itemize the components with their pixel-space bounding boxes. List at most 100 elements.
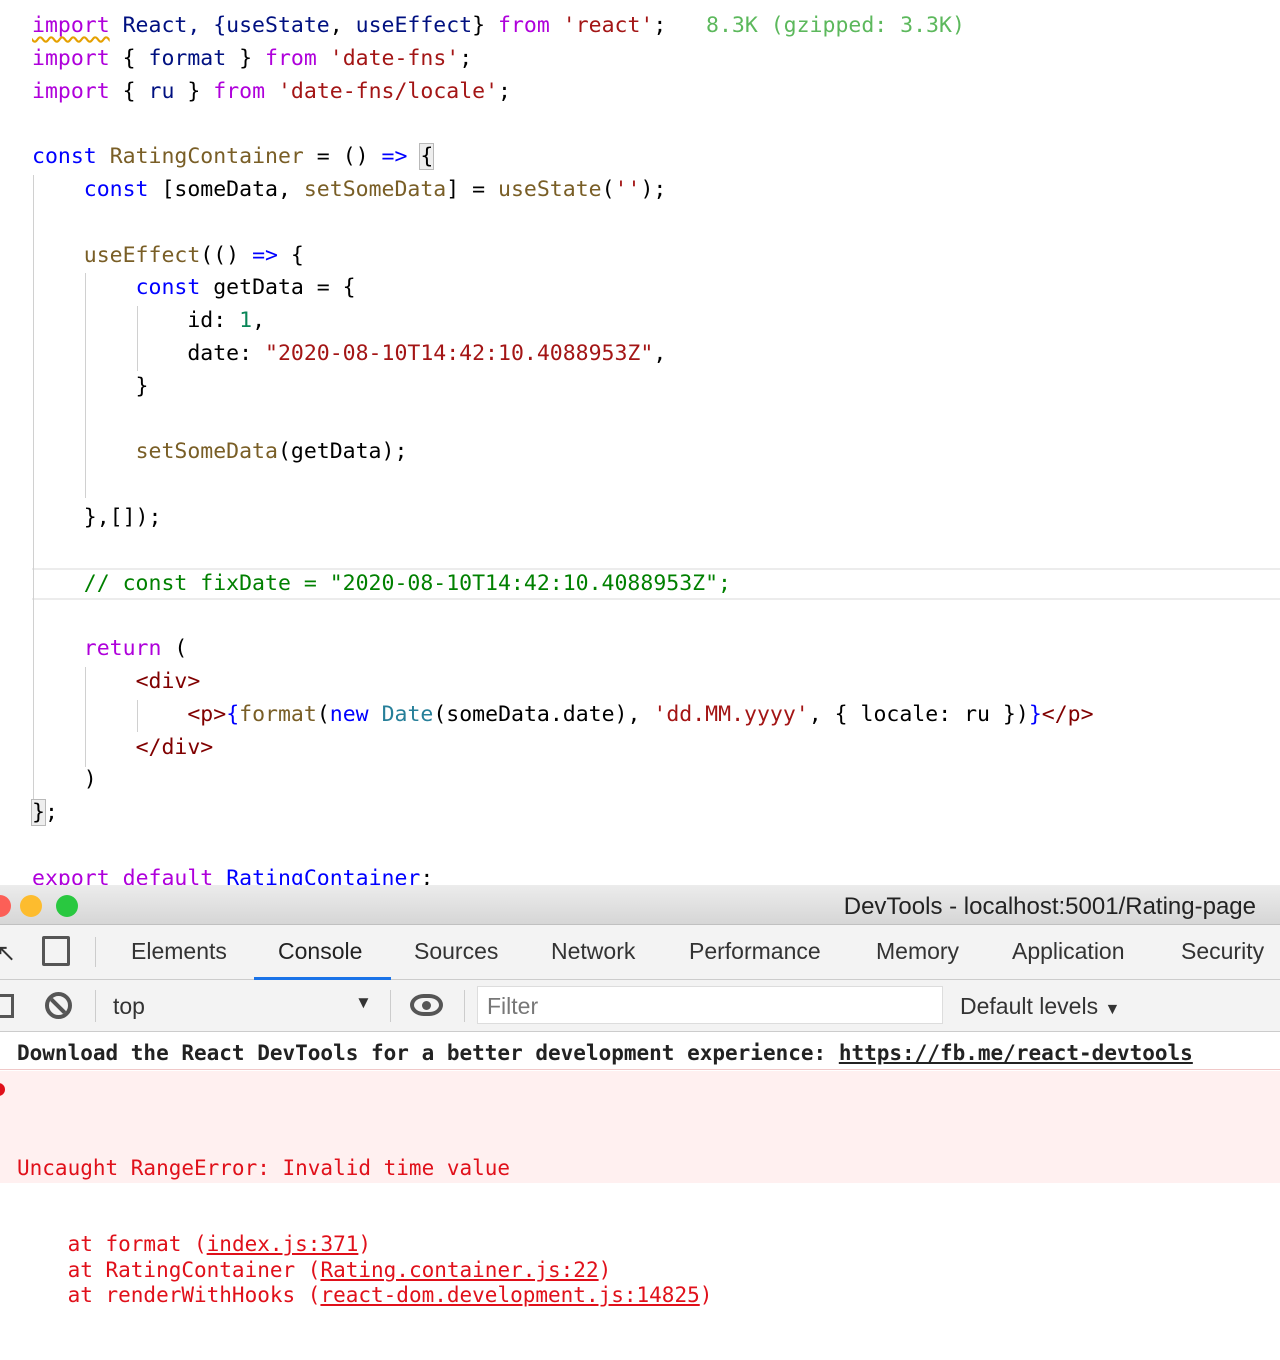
info-text: Download the React DevTools for a better… xyxy=(17,1041,839,1065)
tab-elements[interactable]: Elements xyxy=(131,938,227,965)
code-token: { xyxy=(419,143,435,171)
stack-text: ) xyxy=(699,1283,713,1307)
code-token: RatingContainer xyxy=(109,144,304,170)
devtools-link[interactable]: https://fb.me/react-devtools xyxy=(839,1041,1193,1065)
code-token: { xyxy=(109,78,149,104)
title-bar: DevTools - localhost:5001/Rating-page xyxy=(0,885,1280,925)
code-token: from xyxy=(498,13,550,38)
code-token: , xyxy=(329,13,356,38)
code-token: '' xyxy=(614,177,641,202)
eye-icon[interactable] xyxy=(410,994,443,1016)
minimize-window-button[interactable] xyxy=(20,895,42,917)
chevron-down-icon: ▼ xyxy=(355,993,372,1012)
code-line: import { format } from 'date-fns'; xyxy=(32,42,472,75)
code-line: const RatingContainer = () => { xyxy=(32,140,435,173)
code-token: ru xyxy=(148,78,175,104)
device-toolbar-icon[interactable] xyxy=(42,936,70,966)
code-line: export default RatingContainer; xyxy=(32,862,433,885)
code-token: , xyxy=(653,341,667,366)
tab-performance[interactable]: Performance xyxy=(689,938,821,965)
clear-console-icon[interactable] xyxy=(45,992,72,1019)
code-token: ] = xyxy=(446,177,499,202)
code-line: date: "2020-08-10T14:42:10.4088953Z", xyxy=(32,337,666,370)
source-link[interactable]: index.js:371 xyxy=(207,1232,359,1256)
code-token: ( xyxy=(316,701,330,727)
devtools-window: DevTools - localhost:5001/Rating-page ↖ … xyxy=(0,885,1280,1307)
code-line: ) xyxy=(32,763,97,796)
maximize-window-button[interactable] xyxy=(56,895,78,917)
code-token: { xyxy=(226,701,240,727)
code-line: useEffect(() => { xyxy=(32,239,304,272)
code-token: (() xyxy=(200,242,253,268)
inspect-element-icon[interactable]: ↖ xyxy=(0,939,16,968)
code-token: id: xyxy=(32,308,240,334)
code-token: import xyxy=(32,45,110,71)
code-token: => xyxy=(252,242,278,268)
sidebar-toggle-icon[interactable] xyxy=(0,994,14,1018)
code-token: useEffect xyxy=(355,13,473,38)
code-token: ( xyxy=(601,177,615,202)
code-token: ; xyxy=(44,800,58,826)
context-select[interactable]: top xyxy=(113,993,145,1020)
code-token: ; xyxy=(459,45,473,71)
stack-frame: at format (index.js:371) xyxy=(17,1232,1263,1258)
log-levels-dropdown[interactable]: Default levels ▼ xyxy=(960,993,1120,1020)
code-token: </div> xyxy=(135,734,214,760)
error-text: Uncaught RangeError: Invalid time value xyxy=(17,1155,511,1180)
code-line: return ( xyxy=(32,632,188,665)
code-token: </p> xyxy=(1041,701,1094,727)
code-token: import xyxy=(32,13,110,38)
code-token: { xyxy=(277,242,304,268)
source-link[interactable]: react-dom.development.js:14825 xyxy=(320,1283,699,1307)
stack-text: ) xyxy=(358,1232,372,1256)
tab-sources[interactable]: Sources xyxy=(414,938,498,965)
code-line: import { ru } from 'date-fns/locale'; xyxy=(32,75,511,108)
code-token: } xyxy=(174,78,214,104)
code-editor[interactable]: import React, {useState, useEffect} from… xyxy=(0,0,1280,885)
code-token: React, { xyxy=(109,13,227,38)
code-line: <div> xyxy=(32,665,201,698)
stack-frame: at RatingContainer (Rating.container.js:… xyxy=(17,1258,1263,1284)
code-line: <p>{format(new Date(someData.date), 'dd.… xyxy=(32,698,1094,731)
close-window-button[interactable] xyxy=(0,895,11,917)
code-token: default xyxy=(122,865,214,885)
stack-text: at renderWithHooks ( xyxy=(17,1283,321,1307)
tab-security[interactable]: Security xyxy=(1181,938,1264,965)
code-token: setSomeData xyxy=(135,439,278,465)
code-token: 'react' xyxy=(562,13,654,38)
code-line: },[]); xyxy=(32,501,162,534)
code-token: getData = { xyxy=(200,275,356,301)
code-token: return xyxy=(83,636,162,662)
code-token: } xyxy=(472,13,499,38)
code-token: useEffect xyxy=(83,242,201,268)
code-token: "2020-08-10T14:42:10.4088953Z" xyxy=(265,341,654,366)
code-token: ) xyxy=(32,767,97,793)
code-token: format xyxy=(148,45,227,71)
source-link[interactable]: Rating.container.js:22 xyxy=(320,1258,598,1282)
tab-application[interactable]: Application xyxy=(1012,938,1125,965)
tab-network[interactable]: Network xyxy=(551,938,635,965)
filter-input[interactable]: Filter xyxy=(477,986,943,1024)
code-token: export xyxy=(32,865,110,885)
code-token: RatingContainer xyxy=(226,865,421,885)
code-token: , { locale: ru }) xyxy=(808,701,1029,727)
code-token: import xyxy=(32,78,110,104)
tab-memory[interactable]: Memory xyxy=(876,938,959,965)
code-token: <div> xyxy=(135,669,201,694)
code-token: format xyxy=(239,701,317,727)
console-info-message: Download the React DevTools for a better… xyxy=(0,1032,1280,1070)
tab-console[interactable]: Console xyxy=(278,938,362,965)
code-token: , xyxy=(252,308,266,334)
code-line: setSomeData(getData); xyxy=(32,435,408,468)
code-line: const [someData, setSomeData] = useState… xyxy=(32,173,667,206)
code-token: useState xyxy=(226,13,330,38)
